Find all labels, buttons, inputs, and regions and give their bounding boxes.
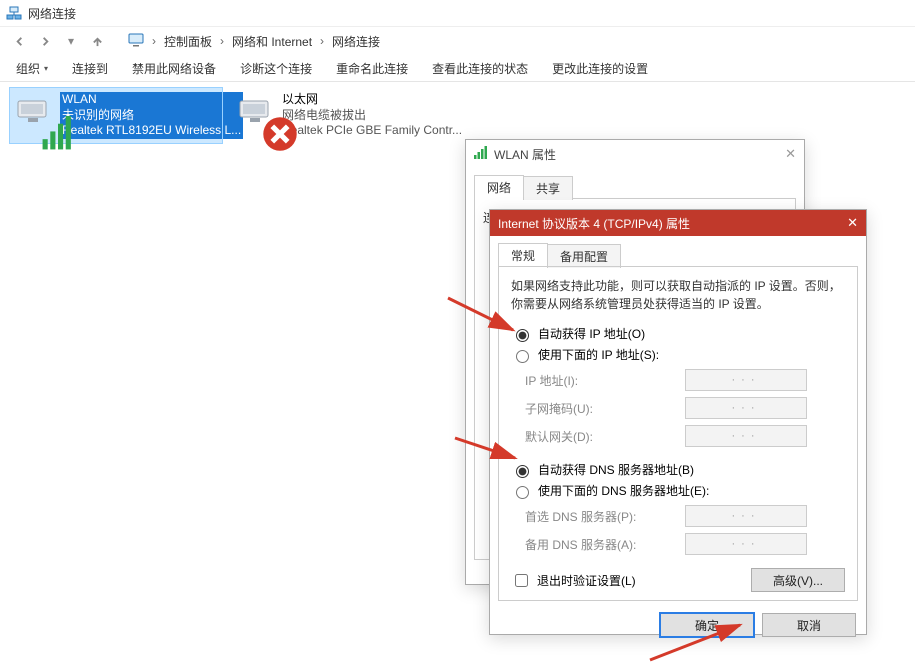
recent-dropdown[interactable]: ▾	[62, 32, 80, 50]
default-gateway-input: ···	[685, 425, 807, 447]
ip-manual-radio-input[interactable]	[516, 350, 529, 363]
ip-manual-label: 使用下面的 IP 地址(S):	[538, 346, 659, 363]
breadcrumb: ▾ › 控制面板 › 网络和 Internet › 网络连接	[0, 27, 915, 55]
error-x-icon	[262, 116, 276, 130]
forward-button[interactable]	[36, 32, 54, 50]
validate-on-exit-checkbox[interactable]: 退出时验证设置(L)	[511, 571, 636, 590]
breadcrumb-item[interactable]: 网络和 Internet	[232, 33, 312, 50]
ipv4-tab-general[interactable]: 常规	[498, 243, 548, 267]
toolbar-disable-device[interactable]: 禁用此网络设备	[120, 55, 228, 81]
ipv4-tab-panel: 如果网络支持此功能，则可以获取自动指派的 IP 设置。否则，你需要从网络系统管理…	[498, 266, 858, 601]
dns-manual-label: 使用下面的 DNS 服务器地址(E):	[538, 482, 709, 499]
toolbar-connect-to[interactable]: 连接到	[60, 55, 120, 81]
validate-on-exit-label: 退出时验证设置(L)	[537, 572, 636, 589]
preferred-dns-input: ···	[685, 505, 807, 527]
adapter-name-label: WLAN	[60, 92, 243, 108]
ethernet-adapter-icon	[238, 92, 274, 128]
adapter-wlan[interactable]: WLAN 未识别的网络 Realtek RTL8192EU Wireless L…	[10, 88, 222, 143]
back-button[interactable]	[10, 32, 28, 50]
breadcrumb-monitor-icon[interactable]	[128, 32, 144, 51]
toolbar-diagnose[interactable]: 诊断这个连接	[228, 55, 324, 81]
toolbar-organize[interactable]: 组织	[4, 55, 60, 81]
ip-auto-radio-input[interactable]	[516, 329, 529, 342]
ip-address-label: IP 地址(I):	[525, 372, 685, 389]
subnet-mask-input: ···	[685, 397, 807, 419]
breadcrumb-item[interactable]: 网络连接	[332, 33, 380, 50]
dns-auto-radio[interactable]: 自动获得 DNS 服务器地址(B)	[511, 461, 845, 478]
close-icon[interactable]: ✕	[785, 146, 796, 162]
wlan-tab-sharing[interactable]: 共享	[523, 176, 573, 200]
ip-manual-radio[interactable]: 使用下面的 IP 地址(S):	[511, 346, 845, 363]
ip-auto-label: 自动获得 IP 地址(O)	[538, 325, 645, 342]
wlan-adapter-icon	[16, 92, 52, 128]
wlan-window-icon	[474, 146, 488, 163]
adapter-ethernet[interactable]: 以太网 网络电缆被拔出 Realtek PCIe GBE Family Cont…	[232, 88, 444, 143]
ip-address-input: ···	[685, 369, 807, 391]
advanced-button[interactable]: 高级(V)...	[751, 568, 845, 592]
window-title-bar: 网络连接	[0, 0, 915, 27]
close-icon[interactable]: ✕	[847, 215, 858, 231]
up-button[interactable]	[88, 32, 106, 50]
toolbar-change-settings[interactable]: 更改此连接的设置	[540, 55, 660, 81]
breadcrumb-item[interactable]: 控制面板	[164, 33, 212, 50]
adapter-hardware-label: Realtek RTL8192EU Wireless L...	[60, 123, 243, 139]
preferred-dns-label: 首选 DNS 服务器(P):	[525, 508, 685, 525]
wlan-window-title: WLAN 属性	[494, 146, 556, 163]
validate-on-exit-input[interactable]	[515, 574, 528, 587]
ipv4-title: Internet 协议版本 4 (TCP/IPv4) 属性	[498, 215, 690, 232]
wlan-window-titlebar[interactable]: WLAN 属性 ✕	[466, 140, 804, 168]
chevron-right-icon: ›	[152, 34, 156, 48]
default-gateway-label: 默认网关(D):	[525, 428, 685, 445]
alternate-dns-input: ···	[685, 533, 807, 555]
toolbar: 组织 连接到 禁用此网络设备 诊断这个连接 重命名此连接 查看此连接的状态 更改…	[0, 55, 915, 82]
ip-auto-radio[interactable]: 自动获得 IP 地址(O)	[511, 325, 845, 342]
dns-auto-label: 自动获得 DNS 服务器地址(B)	[538, 461, 694, 478]
network-connections-icon	[6, 5, 22, 21]
adapter-status-label: 未识别的网络	[60, 108, 243, 124]
ipv4-description: 如果网络支持此功能，则可以获取自动指派的 IP 设置。否则，你需要从网络系统管理…	[511, 277, 845, 313]
dns-manual-radio-input[interactable]	[516, 486, 529, 499]
subnet-mask-label: 子网掩码(U):	[525, 400, 685, 417]
toolbar-rename[interactable]: 重命名此连接	[324, 55, 420, 81]
chevron-right-icon: ›	[320, 34, 324, 48]
adapter-hardware-label: Realtek PCIe GBE Family Contr...	[282, 123, 462, 139]
dns-manual-radio[interactable]: 使用下面的 DNS 服务器地址(E):	[511, 482, 845, 499]
window-title: 网络连接	[28, 5, 76, 22]
ipv4-properties-dialog: Internet 协议版本 4 (TCP/IPv4) 属性 ✕ 常规 备用配置 …	[489, 209, 867, 635]
ok-button[interactable]: 确定	[660, 613, 754, 637]
alternate-dns-label: 备用 DNS 服务器(A):	[525, 536, 685, 553]
dns-auto-radio-input[interactable]	[516, 465, 529, 478]
cancel-button[interactable]: 取消	[762, 613, 856, 637]
ipv4-titlebar[interactable]: Internet 协议版本 4 (TCP/IPv4) 属性 ✕	[490, 210, 866, 236]
toolbar-view-status[interactable]: 查看此连接的状态	[420, 55, 540, 81]
ipv4-tab-alternate[interactable]: 备用配置	[547, 244, 621, 268]
signal-bars-icon	[40, 116, 54, 130]
adapter-name-label: 以太网	[282, 92, 462, 108]
wlan-tab-network[interactable]: 网络	[474, 175, 524, 199]
chevron-right-icon: ›	[220, 34, 224, 48]
adapter-status-label: 网络电缆被拔出	[282, 108, 462, 124]
